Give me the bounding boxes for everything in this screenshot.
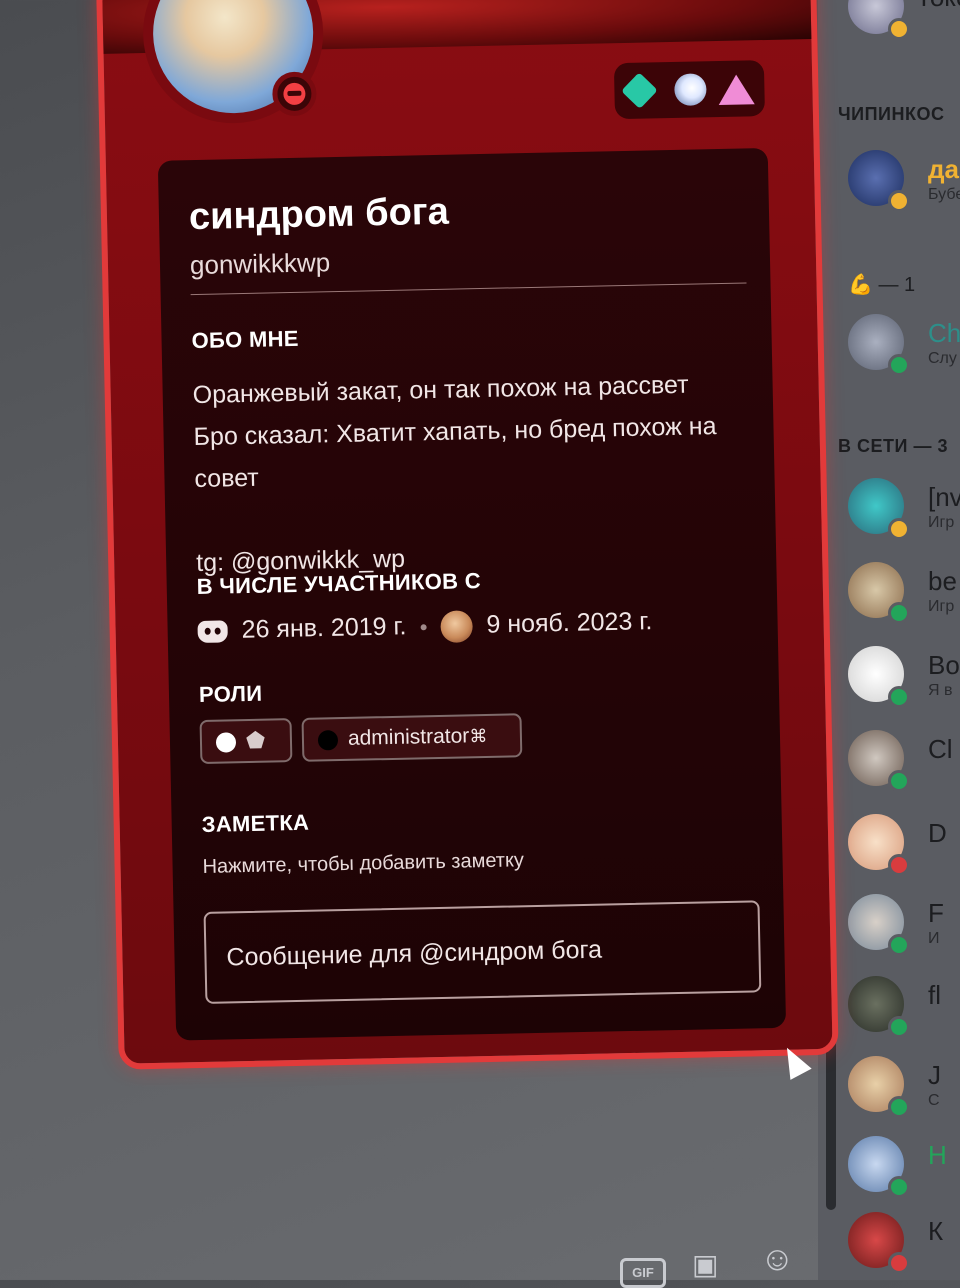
member-since-title: В ЧИСЛЕ УЧАСТНИКОВ С: [196, 568, 482, 600]
member-name: Cl: [928, 734, 953, 764]
discord-since-date: 26 янв. 2019 г.: [241, 612, 407, 644]
member-name: J: [928, 1060, 941, 1090]
member-name: К: [928, 1216, 944, 1246]
roles-title: РОЛИ: [198, 680, 263, 707]
status-dnd-icon: [888, 854, 910, 876]
member-item[interactable]: fl: [848, 976, 960, 1038]
dnd-status-icon: [271, 71, 317, 117]
message-input[interactable]: [205, 902, 760, 1002]
member-item[interactable]: Bo Я в: [848, 646, 960, 708]
member-activity: Игр: [928, 514, 955, 531]
section-header: ЧИПИНКОС: [838, 104, 945, 124]
status-online-icon: [888, 770, 910, 792]
role-pill[interactable]: ⬟: [199, 718, 293, 764]
message-box[interactable]: [203, 900, 762, 1004]
profile-popout: синдром бога gonwikkkwp ОБО МНЕ Оранжевы…: [96, 0, 839, 1070]
profile-badges: [613, 60, 765, 120]
member-activity: И: [928, 930, 940, 947]
role-color-dot: [215, 732, 237, 753]
status-online-icon: [888, 602, 910, 624]
about-text: Оранжевый закат, он так похож на рассвет…: [192, 362, 756, 584]
member-name: Токс: [916, 0, 960, 13]
member-activity: Я в: [928, 682, 953, 699]
member-item[interactable]: D: [848, 814, 960, 876]
member-item[interactable]: J С: [848, 1056, 960, 1118]
member-activity: Игр: [928, 598, 955, 615]
status-idle-icon: [888, 518, 910, 540]
member-activity: Слу: [928, 350, 957, 367]
member-item[interactable]: Ch Слу: [848, 314, 960, 376]
about-title: ОБО МНЕ: [191, 325, 299, 354]
member-name: Ch: [928, 318, 960, 348]
status-online-icon: [888, 1176, 910, 1198]
role-pill[interactable]: administrator⌘: [301, 713, 523, 762]
status-online-icon: [888, 1016, 910, 1038]
sticker-icon[interactable]: ▣: [692, 1248, 718, 1281]
role-label: administrator: [347, 724, 470, 750]
role-icon: ⬟: [245, 727, 266, 754]
status-dnd-icon: [888, 1252, 910, 1274]
member-activity: Бубе: [928, 186, 960, 203]
member-item[interactable]: Cl: [848, 730, 960, 792]
status-idle-icon: [888, 18, 910, 40]
member-item[interactable]: F И: [848, 894, 960, 956]
server-icon: [440, 610, 473, 643]
member-item[interactable]: [nv Игр: [848, 478, 960, 540]
note-input[interactable]: Нажмите, чтобы добавить заметку: [202, 849, 524, 879]
member-name: F: [928, 898, 944, 928]
member-item[interactable]: be Игр: [848, 562, 960, 624]
member-item[interactable]: К: [848, 1212, 960, 1274]
status-online-icon: [888, 934, 910, 956]
role-color-dot: [317, 730, 339, 751]
member-name: be: [928, 566, 957, 596]
member-activity: С: [928, 1092, 940, 1109]
gif-button[interactable]: GIF: [620, 1258, 666, 1288]
member-item[interactable]: Токс: [848, 0, 960, 40]
note-title: ЗАМЕТКА: [201, 809, 310, 837]
roles-list: ⬟ administrator⌘: [199, 713, 523, 766]
member-name: [nv: [928, 482, 960, 512]
discord-logo-icon: [197, 620, 228, 644]
reaction-count[interactable]: 💪 — 1: [848, 272, 915, 297]
member-item[interactable]: даш Бубе: [848, 150, 960, 212]
status-idle-icon: [888, 190, 910, 212]
status-online-icon: [888, 354, 910, 376]
server-since-date: 9 нояб. 2023 г.: [486, 607, 653, 639]
member-name: Bo: [928, 650, 960, 680]
member-name: D: [928, 818, 947, 848]
nitro-diamond-badge-icon[interactable]: [621, 72, 658, 110]
hypesquad-triangle-badge-icon[interactable]: [718, 74, 755, 105]
emoji-icon[interactable]: ☺: [760, 1240, 795, 1279]
member-since-row: 26 янв. 2019 г. 9 нояб. 2023 г.: [197, 606, 653, 656]
member-item[interactable]: Н: [848, 1136, 960, 1198]
divider: [190, 282, 747, 296]
role-icon: ⌘: [469, 725, 488, 747]
section-header-online: В СЕТИ — 3: [838, 436, 948, 456]
boost-orb-badge-icon[interactable]: [674, 73, 707, 106]
member-name: fl: [928, 980, 941, 1010]
status-online-icon: [888, 1096, 910, 1118]
scrollbar-thumb[interactable]: [826, 1040, 836, 1210]
member-name: даш: [928, 154, 960, 184]
member-name: Н: [928, 1140, 947, 1170]
profile-card: синдром бога gonwikkkwp ОБО МНЕ Оранжевы…: [157, 147, 787, 1041]
display-name: синдром бога: [188, 190, 450, 239]
separator-dot: [420, 624, 427, 631]
status-online-icon: [888, 686, 910, 708]
username[interactable]: gonwikkkwp: [190, 247, 331, 281]
